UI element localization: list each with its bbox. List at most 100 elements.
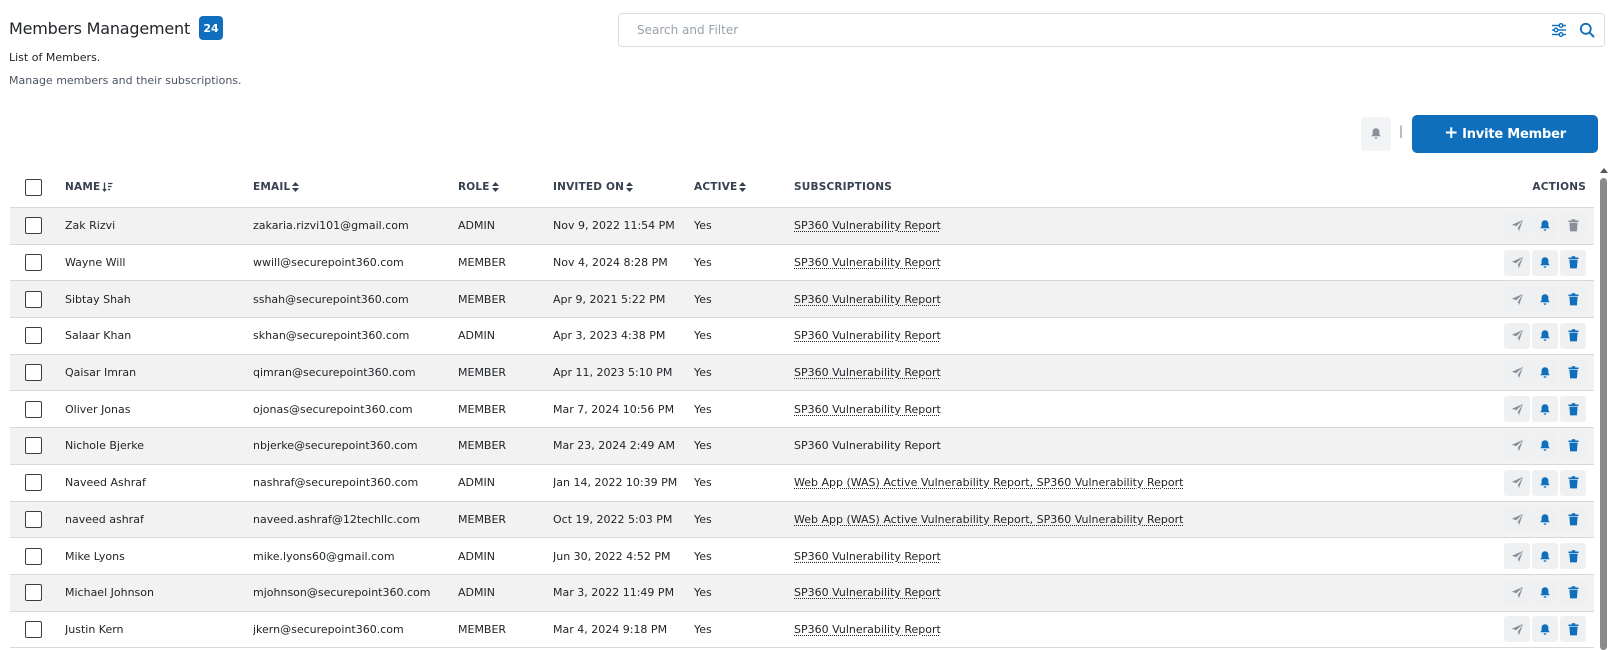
scroll-up-arrow-icon[interactable] [1600,168,1608,173]
subscriptions-link[interactable]: SP360 Vulnerability Report [794,366,941,379]
resend-invite-button[interactable] [1504,322,1530,349]
subscriptions-link[interactable]: SP360 Vulnerability Report [794,439,941,452]
table-body: Zak Rizvi zakaria.rizvi101@gmail.com ADMIN… [10,208,1594,649]
trash-icon [1568,366,1579,379]
column-header-role[interactable]: ROLE [458,181,553,193]
column-header-name[interactable]: NAME [65,181,253,193]
member-invited-on: Nov 9, 2022 11:54 PM [553,219,675,233]
subscriptions-link[interactable]: SP360 Vulnerability Report [794,219,941,232]
notify-member-button[interactable] [1532,212,1558,239]
notify-member-button[interactable] [1532,579,1558,606]
resend-invite-button[interactable] [1504,616,1530,643]
resend-invite-button[interactable] [1504,543,1530,570]
notify-member-button[interactable] [1532,322,1558,349]
select-all-checkbox[interactable] [25,178,42,196]
row-checkbox[interactable] [25,474,42,492]
invite-member-label: Invite Member [1462,126,1566,142]
trash-icon [1568,586,1579,599]
delete-member-button[interactable] [1560,286,1586,313]
delete-member-button[interactable] [1560,616,1586,643]
column-header-subscriptions: SUBSCRIPTIONS [794,181,892,193]
sliders-icon[interactable] [1550,21,1568,39]
search-icon[interactable] [1578,21,1596,39]
member-active: Yes [694,366,712,380]
subscriptions-link[interactable]: SP360 Vulnerability Report [794,586,941,599]
notify-member-button[interactable] [1532,616,1558,643]
invite-member-button[interactable]: + Invite Member [1412,115,1598,153]
bell-icon [1539,586,1551,599]
row-checkbox[interactable] [25,290,42,308]
subscriptions-link[interactable]: Web App (WAS) Active Vulnerability Repor… [794,476,1183,489]
scroll-thumb[interactable] [1600,178,1607,650]
subscriptions-link[interactable]: SP360 Vulnerability Report [794,293,941,306]
bell-icon [1539,550,1551,563]
row-checkbox[interactable] [25,584,42,602]
row-checkbox[interactable] [25,364,42,382]
column-header-email[interactable]: EMAIL [253,181,458,193]
notify-member-button[interactable] [1532,286,1558,313]
resend-invite-button[interactable] [1504,579,1530,606]
member-role: ADMIN [458,586,495,600]
notify-member-button[interactable] [1532,469,1558,496]
row-actions [1484,286,1594,313]
delete-member-button[interactable] [1560,579,1586,606]
resend-invite-button[interactable] [1504,359,1530,386]
delete-member-button[interactable] [1560,506,1586,533]
subscriptions-link[interactable]: SP360 Vulnerability Report [794,623,941,636]
search-input[interactable] [619,15,1550,45]
column-header-active[interactable]: ACTIVE [694,181,794,193]
row-checkbox[interactable] [25,510,42,528]
member-active: Yes [694,622,712,636]
subscriptions-link[interactable]: Web App (WAS) Active Vulnerability Repor… [794,513,1183,526]
member-invited-on: Mar 4, 2024 9:18 PM [553,622,668,636]
resend-invite-button[interactable] [1504,286,1530,313]
toolbar-separator: | [1399,124,1404,138]
member-subscriptions: SP360 Vulnerability Report [794,219,1484,232]
resend-invite-button[interactable] [1504,432,1530,459]
resend-invite-button[interactable] [1504,469,1530,496]
row-checkbox[interactable] [25,254,42,272]
column-header-actions: ACTIONS [1532,181,1586,193]
trash-icon [1568,402,1579,416]
delete-member-button[interactable] [1560,249,1586,276]
row-select-cell [10,400,65,418]
column-header-invited-on[interactable]: INVITED ON [553,181,694,193]
sort-descending-icon [102,182,113,192]
resend-invite-button[interactable] [1504,249,1530,276]
subscriptions-link[interactable]: SP360 Vulnerability Report [794,329,941,342]
subscriptions-link[interactable]: SP360 Vulnerability Report [794,403,941,416]
notifications-button[interactable] [1361,117,1391,151]
notify-member-button[interactable] [1532,506,1558,533]
trash-icon [1568,329,1579,342]
row-checkbox[interactable] [25,217,42,235]
delete-member-button[interactable] [1560,396,1586,423]
resend-invite-button[interactable] [1504,396,1530,423]
delete-member-button[interactable] [1560,432,1586,459]
notify-member-button[interactable] [1532,432,1558,459]
row-checkbox[interactable] [25,327,42,345]
row-checkbox[interactable] [25,437,42,455]
row-actions [1484,396,1594,423]
subscriptions-link[interactable]: SP360 Vulnerability Report [794,256,941,269]
notify-member-button[interactable] [1532,359,1558,386]
row-checkbox[interactable] [25,400,42,418]
member-role: ADMIN [458,219,495,233]
delete-member-button[interactable] [1560,322,1586,349]
delete-member-button[interactable] [1560,359,1586,386]
resend-invite-button[interactable] [1504,212,1530,239]
notify-member-button[interactable] [1532,543,1558,570]
row-checkbox[interactable] [25,620,42,638]
member-email: mike.lyons60@gmail.com [253,549,395,563]
member-role: ADMIN [458,476,495,490]
notify-member-button[interactable] [1532,396,1558,423]
subscriptions-link[interactable]: SP360 Vulnerability Report [794,550,941,563]
row-checkbox[interactable] [25,547,42,565]
member-subscriptions: Web App (WAS) Active Vulnerability Repor… [794,476,1484,489]
notify-member-button[interactable] [1532,249,1558,276]
table-scrollbar[interactable] [1600,168,1608,650]
delete-member-button[interactable] [1560,469,1586,496]
delete-member-button[interactable] [1560,543,1586,570]
delete-member-button[interactable] [1560,212,1586,239]
resend-invite-button[interactable] [1504,506,1530,533]
table-row: Salaar Khan skhan@securepoint360.com ADMIN… [10,318,1594,355]
